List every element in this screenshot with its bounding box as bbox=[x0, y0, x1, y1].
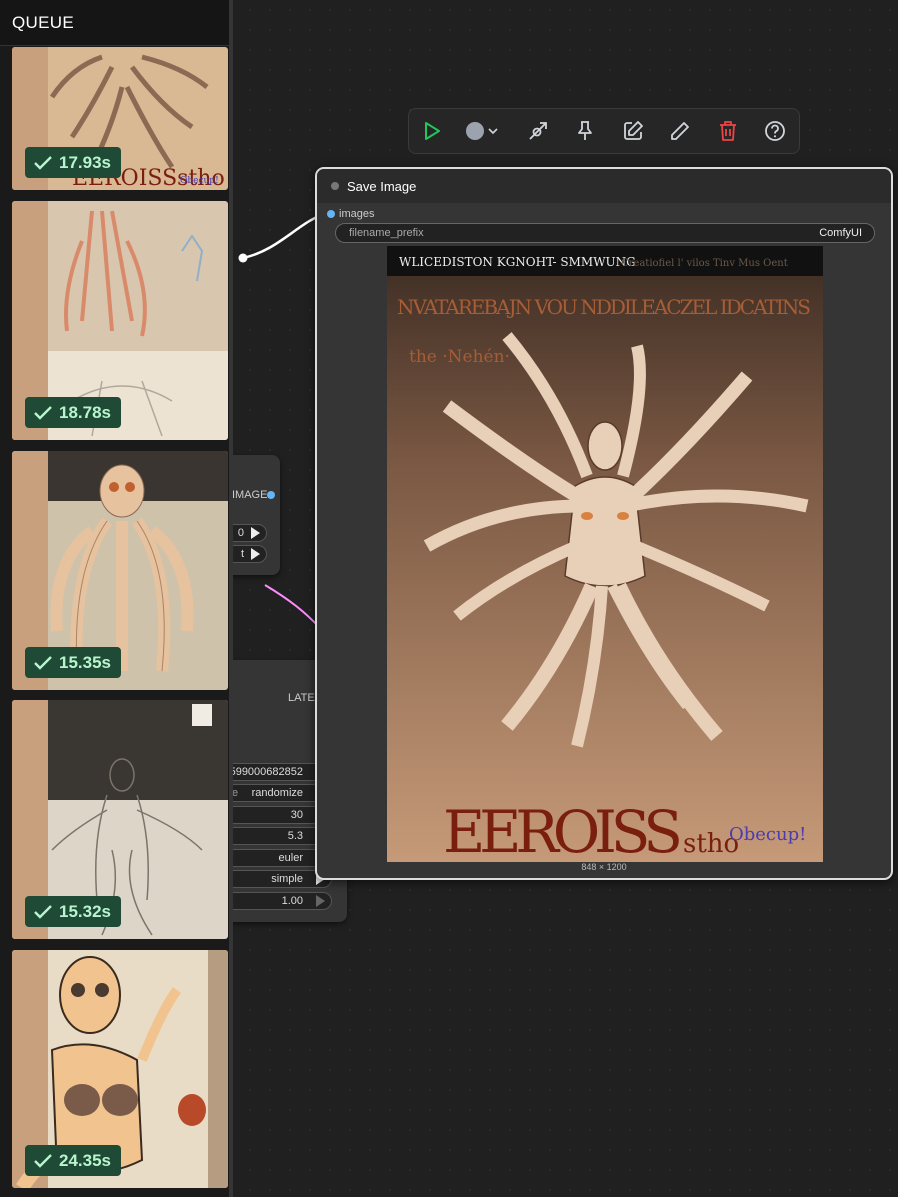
preview-subtitle-text: NVATAREBAJN VOU NDDILEACZEL IDCATINS bbox=[397, 295, 811, 319]
queue-item[interactable]: 18.78s bbox=[12, 201, 228, 440]
color-picker-button[interactable] bbox=[453, 108, 514, 154]
rename-button[interactable] bbox=[657, 108, 705, 154]
check-icon bbox=[34, 155, 52, 170]
preview-signature-text: Obecup! bbox=[729, 824, 806, 845]
trash-icon bbox=[719, 121, 736, 141]
check-icon bbox=[34, 904, 52, 919]
check-icon bbox=[34, 1153, 52, 1168]
help-button[interactable] bbox=[752, 108, 800, 154]
thumb-signature: Obecup! bbox=[180, 176, 219, 186]
filename-prefix-field[interactable]: filename_prefix ComfyUI bbox=[335, 223, 875, 243]
filename-prefix-value: ComfyUI bbox=[819, 227, 862, 239]
queue-item[interactable]: 24.35s bbox=[12, 950, 228, 1188]
duration-badge: 24.35s bbox=[25, 1145, 121, 1176]
bypass-button[interactable] bbox=[514, 108, 562, 154]
help-icon bbox=[765, 121, 786, 141]
color-circle-icon bbox=[466, 122, 498, 140]
images-input-dot[interactable] bbox=[327, 210, 335, 218]
delete-button[interactable] bbox=[704, 108, 752, 154]
save-image-node[interactable]: Save Image images filename_prefix ComfyU… bbox=[315, 167, 893, 880]
edit-button[interactable] bbox=[609, 108, 657, 154]
duration-badge: 17.93s bbox=[25, 147, 121, 178]
queue-sidebar: QUEUE EEROISSstho Obecup! 17.93s 18.78s … bbox=[0, 0, 233, 1197]
pin-button[interactable] bbox=[562, 108, 610, 154]
node-title-bar[interactable]: Save Image bbox=[317, 169, 891, 203]
queue-item[interactable]: EEROISSstho Obecup! 17.93s bbox=[12, 47, 228, 190]
image-dimensions: 848 × 1200 bbox=[581, 862, 627, 872]
check-icon bbox=[34, 655, 52, 670]
run-button[interactable] bbox=[423, 108, 453, 154]
selection-toolbar bbox=[408, 108, 800, 154]
duration-badge: 15.32s bbox=[25, 896, 121, 927]
vae-decode-node[interactable]: IMAGE 0 t bbox=[225, 455, 280, 575]
queue-title: QUEUE bbox=[0, 0, 229, 46]
pin-icon bbox=[578, 121, 593, 140]
images-input-label: images bbox=[339, 208, 375, 220]
play-icon bbox=[425, 122, 440, 140]
duration-badge: 15.35s bbox=[25, 647, 121, 678]
image-output-dot[interactable] bbox=[267, 491, 275, 499]
filename-prefix-key: filename_prefix bbox=[349, 227, 424, 239]
edit-square-icon bbox=[623, 121, 643, 140]
check-icon bbox=[34, 405, 52, 420]
collapse-dot[interactable] bbox=[331, 182, 339, 190]
preview-bottom-text: EEROISS bbox=[443, 798, 683, 862]
pencil-icon bbox=[671, 122, 690, 140]
node-title: Save Image bbox=[347, 178, 417, 194]
denoise-widget[interactable]: 1.00 bbox=[225, 892, 332, 910]
duration-badge: 18.78s bbox=[25, 397, 121, 428]
bypass-icon bbox=[529, 122, 547, 140]
image-preview[interactable]: WLICEDISTON KGNOHT- SMMWUNG Creatiofiel … bbox=[387, 246, 823, 862]
preview-tag-text: the ·Nehén· bbox=[409, 347, 510, 367]
link-midpoint bbox=[238, 253, 248, 263]
queue-item[interactable]: 15.35s bbox=[12, 451, 228, 690]
queue-item[interactable]: 15.32s bbox=[12, 700, 228, 939]
preview-header-right-text: Creatiofiel l' vilos Tinv Mus Oent bbox=[621, 258, 788, 269]
preview-header-text: WLICEDISTON KGNOHT- SMMWUNG bbox=[399, 255, 636, 269]
image-output-label: IMAGE bbox=[232, 489, 268, 501]
latent-link bbox=[264, 584, 321, 629]
